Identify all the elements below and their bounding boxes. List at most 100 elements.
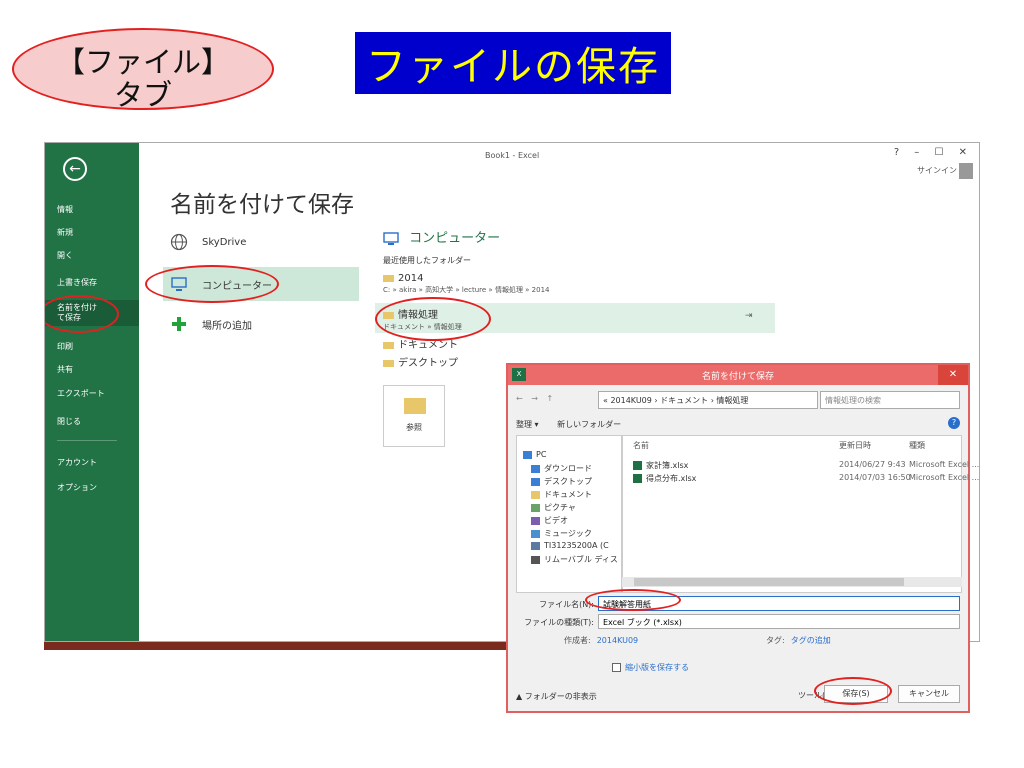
filetype-row: ファイルの種類(T): Excel ブック (*.xlsx): [516, 614, 960, 629]
author-label: 作成者:: [564, 636, 591, 645]
column-header-name[interactable]: 名前: [633, 440, 649, 451]
hide-folders-button[interactable]: ▲ フォルダーの非表示: [516, 691, 597, 702]
removable-drive-icon: [531, 555, 540, 564]
annotation-line-2: タブ: [113, 78, 172, 112]
nav-item-pc[interactable]: PC: [523, 450, 546, 459]
nav-item-music[interactable]: ミュージック: [531, 528, 592, 539]
file-row[interactable]: 得点分布.xlsx 2014/07/03 16:50 Microsoft Exc…: [623, 473, 979, 485]
tag-value[interactable]: タグの追加: [791, 636, 831, 645]
cancel-button[interactable]: キャンセル: [898, 685, 960, 703]
filename-label: ファイル名(N):: [539, 600, 594, 609]
file-name-label: 家計簿.xlsx: [646, 461, 689, 470]
signin-link[interactable]: サインイン: [917, 165, 957, 176]
nav-item-videos[interactable]: ビデオ: [531, 515, 568, 526]
search-input[interactable]: 情報処理の検索: [820, 391, 960, 409]
nav-item-label: ミュージック: [544, 529, 592, 538]
help-icon[interactable]: ?: [948, 417, 960, 429]
column-header-date[interactable]: 更新日時: [839, 440, 871, 451]
place-add-location-label: 場所の追加: [202, 320, 252, 332]
recent-folder-name: デスクトップ: [398, 358, 458, 369]
drive-icon: [531, 541, 540, 550]
place-add-location[interactable]: 場所の追加: [170, 315, 252, 333]
computer-heading: コンピューター: [383, 227, 500, 246]
sidebar-item-open[interactable]: 開く: [57, 251, 73, 261]
tag-label: タグ:: [766, 636, 785, 645]
folder-icon: [383, 359, 394, 367]
sidebar-item-options[interactable]: オプション: [57, 483, 97, 493]
recent-folder-path: C: » akira » 高知大学 » lecture » 情報処理 » 201…: [383, 286, 550, 294]
highlight-computer: [145, 265, 279, 303]
address-bar[interactable]: « 2014KU09 › ドキュメント › 情報処理: [598, 391, 818, 409]
pc-icon: [523, 450, 532, 459]
computer-heading-label: コンピューター: [409, 231, 501, 246]
column-header-type[interactable]: 種類: [909, 440, 925, 451]
browse-button[interactable]: 参照: [383, 385, 445, 447]
nav-item-documents[interactable]: ドキュメント: [531, 489, 592, 500]
file-list: 名前 更新日時 種類 家計簿.xlsx 2014/06/27 9:43 Micr…: [622, 435, 979, 593]
avatar[interactable]: [959, 163, 973, 179]
pin-icon[interactable]: ⇥: [745, 311, 753, 321]
excel-file-icon: [633, 474, 642, 483]
file-date: 2014/07/03 16:50: [839, 473, 911, 482]
nav-item-label: ドキュメント: [544, 490, 592, 499]
recent-folders-label: 最近使用したフォルダー: [383, 256, 471, 265]
sidebar-item-share[interactable]: 共有: [57, 365, 73, 375]
sidebar-item-export[interactable]: エクスポート: [57, 389, 105, 399]
open-folder-icon: [404, 398, 426, 414]
organize-button[interactable]: 整理 ▾: [516, 420, 539, 429]
nav-item-label: ビデオ: [544, 516, 568, 525]
close-icon[interactable]: ✕: [938, 365, 968, 385]
backstage-sidebar: ← 情報 新規 開く 上書き保存 名前を付けて保存 印刷 共有 エクスポート 閉…: [45, 143, 139, 641]
checkbox-icon: [612, 663, 621, 672]
window-controls[interactable]: ? – ☐ ✕: [894, 147, 973, 158]
author-value[interactable]: 2014KU09: [597, 636, 638, 645]
save-as-dialog: X 名前を付けて保存 ✕ ← → ↑ « 2014KU09 › ドキュメント ›…: [506, 363, 979, 713]
nav-item-label: TI31235200A (C: [544, 541, 609, 550]
sidebar-item-close[interactable]: 閉じる: [57, 417, 81, 427]
filename-row: ファイル名(N): 試験解答用紙: [516, 596, 960, 611]
dialog-title: 名前を付けて保存: [701, 372, 774, 382]
dialog-title-bar: X 名前を付けて保存 ✕: [508, 365, 968, 385]
place-skydrive[interactable]: SkyDrive: [170, 233, 246, 251]
back-arrow-icon[interactable]: ←: [63, 157, 87, 181]
nav-item-label: ピクチャ: [544, 503, 576, 512]
sidebar-item-info[interactable]: 情報: [57, 205, 73, 215]
filetype-select[interactable]: Excel ブック (*.xlsx): [598, 614, 960, 629]
nav-item-pictures[interactable]: ピクチャ: [531, 502, 576, 513]
file-type: Microsoft Excel ...: [909, 460, 980, 469]
navigation-pane: PC ダウンロード デスクトップ ドキュメント ピクチャ ビデオ ミュージック …: [516, 435, 622, 593]
sidebar-item-account[interactable]: アカウント: [57, 458, 97, 468]
desktop-icon: [531, 477, 540, 486]
download-icon: [531, 464, 540, 473]
recent-folder[interactable]: デスクトップ: [383, 354, 458, 369]
page-title: 名前を付けて保存: [170, 192, 354, 218]
plus-icon: [172, 317, 186, 331]
nav-arrows[interactable]: ← → ↑: [516, 394, 556, 403]
nav-item-label: ダウンロード: [544, 464, 592, 473]
music-icon: [531, 529, 540, 538]
save-thumbnail-label: 縮小版を保存する: [625, 663, 689, 672]
place-skydrive-label: SkyDrive: [202, 236, 247, 248]
sidebar-item-new[interactable]: 新規: [57, 228, 73, 238]
file-type: Microsoft Excel ...: [909, 473, 980, 482]
sidebar-item-print[interactable]: 印刷: [57, 342, 73, 352]
new-folder-button[interactable]: 新しいフォルダー: [557, 420, 621, 429]
nav-item-label: リムーバブル ディス: [544, 555, 618, 564]
documents-icon: [531, 490, 540, 499]
highlight-folder: [375, 297, 491, 341]
nav-item-label: デスクトップ: [544, 477, 592, 486]
scrollbar-thumb[interactable]: [634, 578, 904, 586]
horizontal-scrollbar[interactable]: [622, 577, 962, 587]
nav-item-removable[interactable]: リムーバブル ディス: [531, 554, 618, 565]
nav-item-drive-c[interactable]: TI31235200A (C: [531, 541, 609, 550]
nav-item-desktop[interactable]: デスクトップ: [531, 476, 592, 487]
save-thumbnail-checkbox[interactable]: 縮小版を保存する: [612, 662, 689, 673]
slide-title-box: ファイルの保存: [355, 32, 671, 94]
recent-folder[interactable]: 2014 C: » akira » 高知大学 » lecture » 情報処理 …: [383, 273, 550, 295]
sidebar-item-save[interactable]: 上書き保存: [57, 278, 97, 288]
file-row[interactable]: 家計簿.xlsx 2014/06/27 9:43 Microsoft Excel…: [623, 460, 979, 472]
nav-item-downloads[interactable]: ダウンロード: [531, 463, 592, 474]
chevron-up-icon: ▲: [516, 692, 523, 701]
videos-icon: [531, 516, 540, 525]
folder-icon: [383, 274, 394, 282]
